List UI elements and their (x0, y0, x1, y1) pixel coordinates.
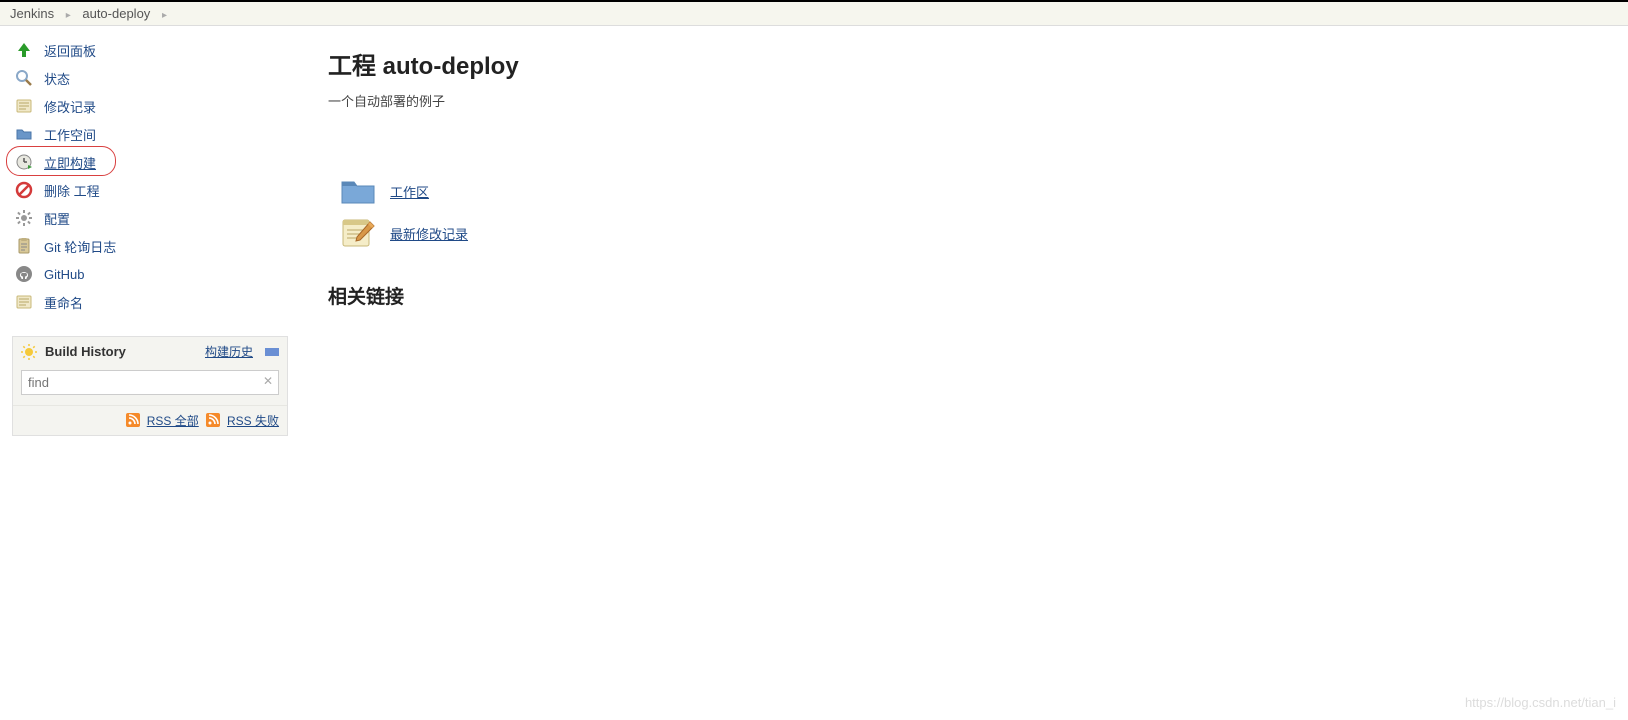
sidebar-item-delete[interactable]: 删除 工程 (0, 176, 300, 204)
trend-icon (265, 348, 279, 356)
sidebar-item-label[interactable]: 重命名 (44, 293, 83, 312)
sidebar-item-label[interactable]: 状态 (44, 69, 70, 88)
sidebar-item-build-now[interactable]: 立即构建 (0, 148, 300, 176)
sidebar-item-label[interactable]: GitHub (44, 267, 84, 282)
notepad-icon (14, 96, 34, 116)
sun-icon (21, 344, 37, 360)
rss-icon (126, 413, 140, 427)
breadcrumb-project[interactable]: auto-deploy (82, 6, 150, 21)
project-description: 一个自动部署的例子 (328, 91, 1600, 110)
build-history-trend-link[interactable]: 构建历史 (205, 343, 253, 360)
clock-play-icon (14, 152, 34, 172)
forbidden-icon (14, 180, 34, 200)
main-link-recent-changes[interactable]: 最新修改记录 (328, 212, 1600, 254)
sidebar-item-label[interactable]: 配置 (44, 209, 70, 228)
chevron-right-icon: ▸ (154, 10, 175, 21)
sidebar-item-label[interactable]: 删除 工程 (44, 181, 100, 200)
sidebar-item-rename[interactable]: 重命名 (0, 288, 300, 316)
breadcrumb: Jenkins ▸ auto-deploy ▸ (0, 2, 1628, 26)
notepad-pencil-icon (340, 216, 376, 250)
sidebar-item-label[interactable]: 立即构建 (44, 153, 96, 172)
arrow-up-icon (14, 40, 34, 60)
sidebar-item-changes[interactable]: 修改记录 (0, 92, 300, 120)
sidebar-item-label[interactable]: Git 轮询日志 (44, 237, 116, 256)
build-history-panel: Build History 构建历史 ✕ RSS 全部 RSS 失 (12, 336, 288, 436)
main-link-label[interactable]: 最新修改记录 (390, 224, 468, 243)
build-history-search-input[interactable] (21, 370, 279, 395)
sidebar: 返回面板 状态 修改记录 工作空间 (0, 26, 300, 436)
sidebar-item-workspace[interactable]: 工作空间 (0, 120, 300, 148)
clear-icon[interactable]: ✕ (263, 374, 273, 388)
sidebar-item-status[interactable]: 状态 (0, 64, 300, 92)
rss-icon (206, 413, 220, 427)
build-history-title: Build History (45, 344, 126, 359)
notepad-icon (14, 292, 34, 312)
sidebar-item-back[interactable]: 返回面板 (0, 36, 300, 64)
rss-fail-link[interactable]: RSS 失败 (227, 414, 279, 428)
sidebar-item-git-polling[interactable]: Git 轮询日志 (0, 232, 300, 260)
chevron-right-icon: ▸ (58, 10, 79, 21)
sidebar-item-label[interactable]: 修改记录 (44, 97, 96, 116)
gear-icon (14, 208, 34, 228)
related-links-heading: 相关链接 (328, 282, 1600, 309)
folder-icon (14, 124, 34, 144)
github-icon (14, 264, 34, 284)
main-panel: 工程 auto-deploy 一个自动部署的例子 工作区 最新修改记录 相关链接 (300, 26, 1628, 329)
breadcrumb-jenkins[interactable]: Jenkins (10, 6, 54, 21)
sidebar-item-configure[interactable]: 配置 (0, 204, 300, 232)
magnifier-icon (14, 68, 34, 88)
main-link-workspace[interactable]: 工作区 (328, 170, 1600, 212)
task-list: 返回面板 状态 修改记录 工作空间 (0, 36, 300, 316)
sidebar-item-github[interactable]: GitHub (0, 260, 300, 288)
rss-all-link[interactable]: RSS 全部 (147, 414, 199, 428)
sidebar-item-label[interactable]: 返回面板 (44, 41, 96, 60)
sidebar-item-label[interactable]: 工作空间 (44, 125, 96, 144)
page-title: 工程 auto-deploy (328, 46, 1600, 81)
watermark: https://blog.csdn.net/tian_i (1465, 695, 1616, 710)
main-link-label[interactable]: 工作区 (390, 182, 429, 201)
folder-icon (340, 174, 376, 208)
clipboard-icon (14, 236, 34, 256)
main-links: 工作区 最新修改记录 (328, 170, 1600, 254)
